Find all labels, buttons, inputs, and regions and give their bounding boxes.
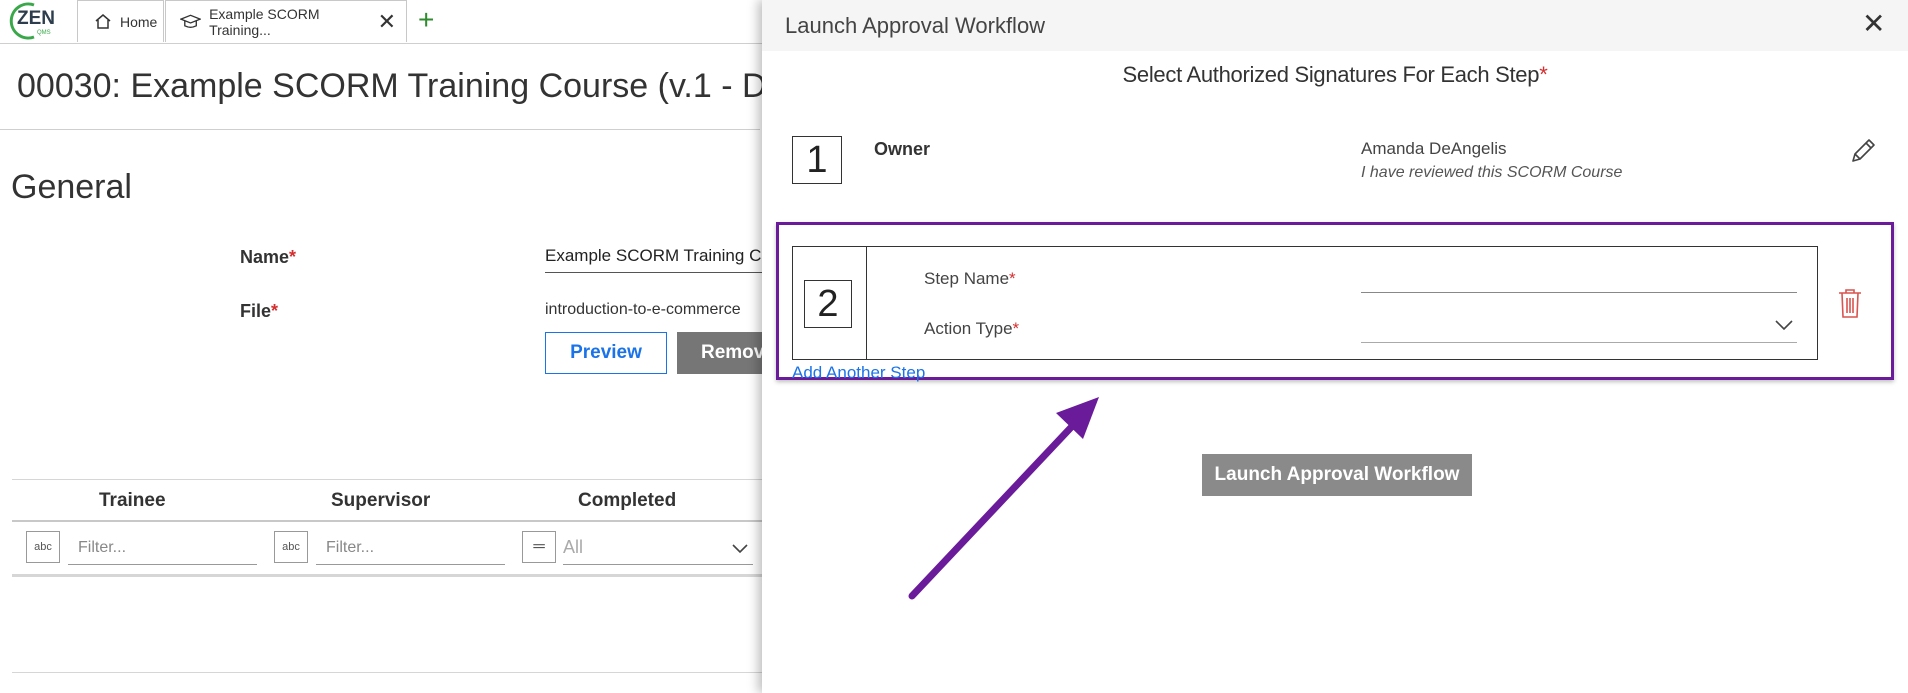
title-divider [0,129,760,130]
required-mark: * [271,301,279,321]
panel-subtitle: Select Authorized Signatures For Each St… [762,62,1908,88]
column-header-trainee[interactable]: Trainee [99,490,166,512]
column-header-completed[interactable]: Completed [578,490,676,512]
close-panel-icon[interactable]: ✕ [1862,10,1885,38]
chevron-down-icon [732,543,748,553]
completed-filter-select[interactable]: All [563,531,753,565]
column-header-supervisor[interactable]: Supervisor [331,490,430,512]
logo-sub: QMS [37,30,51,36]
chevron-down-icon[interactable] [1774,318,1794,332]
edit-step-1-icon[interactable] [1848,136,1878,171]
step-name-label: Step Name* [924,269,1016,289]
panel-title: Launch Approval Workflow [785,13,1046,38]
close-tab-icon[interactable]: ✕ [378,10,396,33]
zen-qms-logo[interactable]: ZEN QMS [4,1,70,41]
name-label: Name* [240,247,296,268]
file-label-text: File [240,301,272,321]
text-filter-icon[interactable]: abc [26,531,60,563]
tab-course-label: Example SCORM Training... [209,5,320,38]
required-mark: * [1009,269,1016,288]
required-mark: * [1539,62,1548,87]
equals-filter-icon[interactable]: ═ [522,531,556,563]
logo-text: ZEN [17,8,55,29]
panel-subtitle-text: Select Authorized Signatures For Each St… [1122,62,1540,87]
delete-step-icon[interactable] [1837,287,1863,319]
name-field[interactable]: Example SCORM Training Co [545,246,775,273]
action-type-select[interactable] [1361,318,1797,343]
action-type-label-text: Action Type [924,319,1013,338]
grid-header-border [12,520,762,522]
section-title: General [11,168,132,206]
graduation-cap-icon [180,14,202,28]
file-label: File* [240,301,278,322]
step-1-description: I have reviewed this SCORM Course [1361,164,1623,181]
home-icon [95,14,111,29]
launch-approval-workflow-panel: Launch Approval Workflow ✕ Select Author… [762,0,1908,693]
trainee-filter-input[interactable]: Filter... [68,531,257,565]
file-name: introduction-to-e-commerce [545,301,741,318]
step-2-number: 2 [804,280,852,328]
step-1-person: Amanda DeAngelis [1361,139,1507,158]
tab-home[interactable]: Home [77,0,164,42]
page-title: 00030: Example SCORM Training Course (v.… [17,67,814,105]
preview-button[interactable]: Preview [545,332,667,374]
step-2-divider [866,246,867,360]
grid-filter-border [12,574,762,577]
launch-approval-workflow-button[interactable]: Launch Approval Workflow [1202,454,1472,496]
supervisor-filter-input[interactable]: Filter... [316,531,505,565]
action-type-label: Action Type* [924,319,1019,339]
tab-course[interactable]: Example SCORM Training... ✕ [165,0,407,42]
grid-top-border [12,479,762,480]
required-mark: * [1012,319,1020,338]
add-tab-button[interactable]: + [418,6,434,34]
text-filter-icon[interactable]: abc [274,531,308,563]
completed-filter-value: All [563,537,584,557]
name-label-text: Name [240,247,290,267]
tab-home-label: Home [120,13,158,30]
grid-bottom-border [12,672,762,673]
step-name-input[interactable] [1361,268,1797,293]
step-1-number: 1 [792,136,842,184]
required-mark: * [289,247,297,267]
step-1-label: Owner [874,139,931,159]
step-name-label-text: Step Name [924,269,1010,288]
add-another-step-link[interactable]: Add Another Step [792,363,925,383]
